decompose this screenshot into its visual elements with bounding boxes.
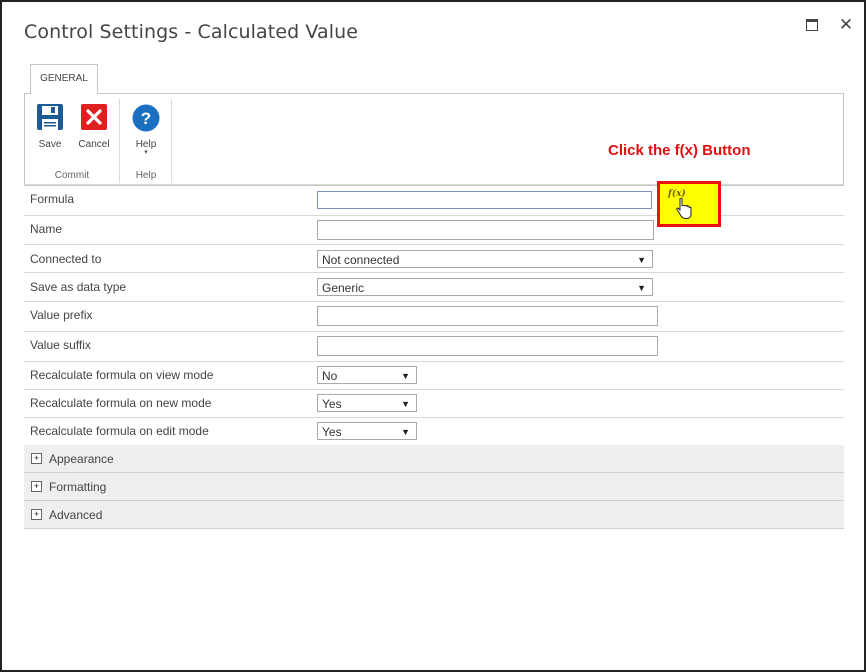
section-label: Appearance: [49, 452, 114, 466]
ribbon-divider: [119, 99, 120, 183]
value-suffix-input[interactable]: [317, 336, 658, 356]
recalc-view-row: Recalculate formula on view mode No ▼: [24, 362, 844, 390]
formula-input[interactable]: [317, 191, 652, 209]
save-as-data-type-value: Generic: [322, 281, 365, 295]
ribbon: Save Cancel Commit ? Help ▾ Help: [24, 93, 844, 186]
fx-button-highlight[interactable]: f(x): [657, 181, 721, 227]
help-group-label: Help: [135, 170, 157, 181]
name-row: Name: [24, 215, 844, 245]
chevron-down-icon: ▾: [144, 149, 148, 156]
value-prefix-input[interactable]: [317, 306, 658, 326]
section-label: Advanced: [49, 508, 103, 522]
dialog-window: Control Settings - Calculated Value ✕ GE…: [0, 0, 866, 672]
dropdown-arrow-icon: ▼: [637, 283, 646, 293]
value-prefix-label: Value prefix: [30, 308, 93, 322]
recalc-view-label: Recalculate formula on view mode: [30, 368, 214, 382]
recalc-new-select[interactable]: Yes ▼: [317, 394, 417, 412]
svg-text:?: ?: [141, 109, 151, 128]
recalc-new-label: Recalculate formula on new mode: [30, 396, 212, 410]
name-input[interactable]: [317, 220, 654, 240]
connected-to-value: Not connected: [322, 253, 400, 267]
value-prefix-row: Value prefix: [24, 302, 844, 332]
save-icon: [37, 104, 63, 130]
cancel-button[interactable]: Cancel: [72, 104, 116, 150]
formula-row: Formula: [24, 184, 844, 216]
dropdown-arrow-icon: ▼: [637, 255, 646, 265]
connected-to-label: Connected to: [30, 252, 102, 266]
recalc-edit-row: Recalculate formula on edit mode Yes ▼: [24, 418, 844, 445]
recalc-view-select[interactable]: No ▼: [317, 366, 417, 384]
tab-general[interactable]: GENERAL: [30, 64, 98, 94]
connected-to-row: Connected to Not connected ▼: [24, 245, 844, 273]
section-formatting[interactable]: + Formatting: [24, 473, 844, 501]
save-button[interactable]: Save: [28, 104, 72, 150]
expand-icon: +: [31, 453, 42, 464]
commit-group-label: Commit: [54, 170, 90, 181]
maximize-icon[interactable]: [804, 16, 822, 34]
expand-icon: +: [31, 509, 42, 520]
recalc-new-row: Recalculate formula on new mode Yes ▼: [24, 390, 844, 418]
cancel-icon: [81, 104, 107, 130]
recalc-edit-label: Recalculate formula on edit mode: [30, 424, 209, 438]
cursor-pointer-icon: [676, 198, 692, 219]
save-as-data-type-row: Save as data type Generic ▼: [24, 273, 844, 302]
ribbon-divider: [171, 99, 172, 183]
name-label: Name: [30, 222, 63, 236]
recalc-edit-value: Yes: [322, 425, 342, 439]
dialog-title: Control Settings - Calculated Value: [24, 21, 359, 43]
formula-label: Formula: [30, 192, 75, 206]
cancel-label: Cancel: [78, 139, 110, 150]
expand-icon: +: [31, 481, 42, 492]
connected-to-select[interactable]: Not connected ▼: [317, 250, 653, 268]
recalc-edit-select[interactable]: Yes ▼: [317, 422, 417, 440]
section-advanced[interactable]: + Advanced: [24, 501, 844, 529]
help-button[interactable]: ? Help ▾: [124, 104, 168, 156]
dropdown-arrow-icon: ▼: [401, 399, 410, 409]
value-suffix-label: Value suffix: [30, 338, 91, 352]
recalc-new-value: Yes: [322, 397, 342, 411]
section-label: Formatting: [49, 480, 107, 494]
value-suffix-row: Value suffix: [24, 332, 844, 362]
close-icon[interactable]: ✕: [837, 16, 855, 34]
save-as-data-type-label: Save as data type: [30, 280, 127, 294]
recalc-view-value: No: [322, 369, 338, 383]
save-label: Save: [38, 139, 62, 150]
instruction-callout: Click the f(x) Button: [608, 142, 751, 159]
dropdown-arrow-icon: ▼: [401, 427, 410, 437]
help-icon: ?: [132, 104, 160, 132]
section-appearance[interactable]: + Appearance: [24, 445, 844, 473]
dropdown-arrow-icon: ▼: [401, 371, 410, 381]
save-as-data-type-select[interactable]: Generic ▼: [317, 278, 653, 296]
